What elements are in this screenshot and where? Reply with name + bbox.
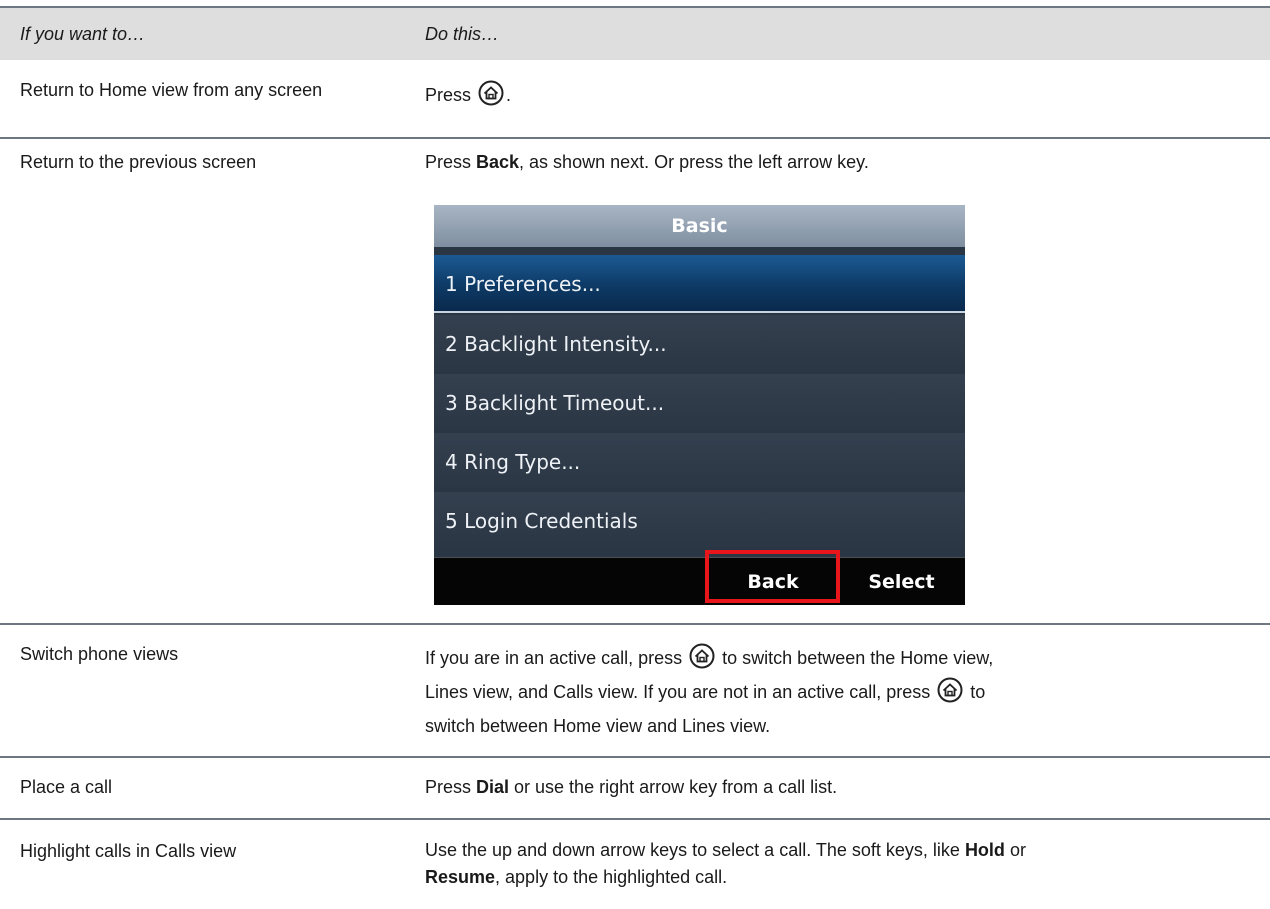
select-softkey: Select [868,571,935,593]
phone-menu-item: 2 Backlight Intensity... [434,315,965,373]
home-icon [937,677,963,703]
task-cell: Highlight calls in Calls view [20,841,237,861]
home-icon [478,80,504,106]
phone-menu-item: 4 Ring Type... [434,433,965,491]
phone-menu-item: 1 Preferences... [434,255,965,313]
phone-menu-item: 5 Login Credentials [434,492,965,550]
action-cell: If you are in an active call, press to s… [425,641,1260,743]
action-cell: Use the up and down arrow keys to select… [425,840,1026,887]
back-highlight-box [705,550,840,603]
table-row: Place a call Press Dial or use the right… [0,758,1270,818]
table-row: Highlight calls in Calls view Use the up… [0,820,1270,909]
phone-softkey-bar: Back Select [434,557,965,605]
phone-screen-title: Basic [434,205,965,247]
action-cell: Press Dial or use the right arrow key fr… [425,777,838,797]
task-cell: Return to Home view from any screen [20,80,323,100]
task-cell: Switch phone views [20,644,179,664]
header-col2: Do this… [425,24,500,44]
phone-screen-image: Basic 1 Preferences... 2 Backlight Inten… [434,205,965,605]
table-header: If you want to… Do this… [0,8,1270,60]
table-row: Return to Home view from any screen Pres… [0,60,1270,118]
task-cell: Place a call [20,777,113,797]
task-cell: Return to the previous screen [20,152,257,172]
action-cell: Press Back, as shown next. Or press the … [425,152,869,172]
action-cell: Press . [425,80,1260,109]
header-col1: If you want to… [20,24,146,44]
phone-menu-item: 3 Backlight Timeout... [434,374,965,432]
table-row: Switch phone views If you are in an acti… [0,625,1270,756]
home-icon [689,643,715,669]
